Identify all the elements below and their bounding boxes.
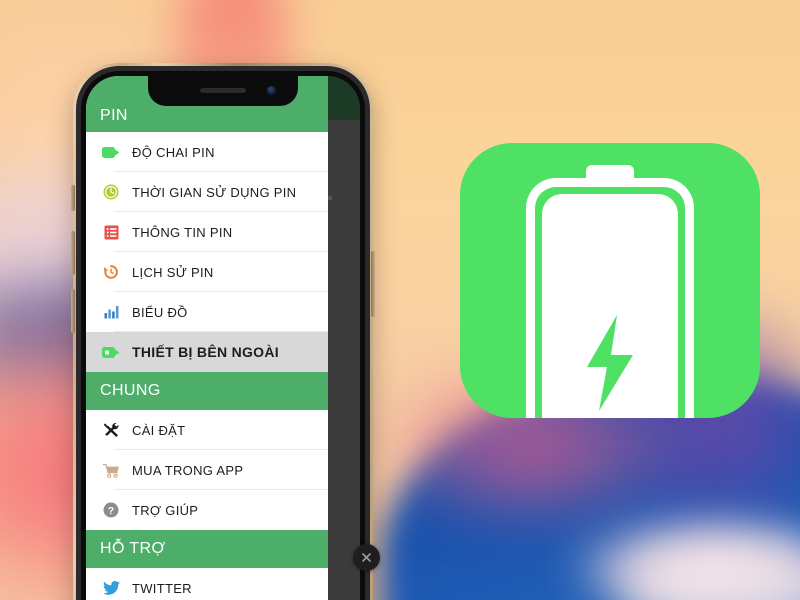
menu-item-label: ĐỘ CHAI PIN	[132, 144, 215, 160]
side-drawer-menu: PIN ĐỘ CHAI PIN THỜI GIAN SỬ DỤNG PIN TH…	[86, 76, 328, 600]
menu-item-tro-giup[interactable]: ? TRỢ GIÚP	[86, 490, 328, 530]
tools-icon	[100, 420, 122, 440]
close-icon	[362, 553, 371, 562]
section-header-chung: CHUNG	[86, 372, 328, 410]
menu-item-label: TWITTER	[132, 580, 192, 596]
battery-icon	[100, 142, 122, 162]
screenshot-stage: PIN ĐỘ CHAI PIN THỜI GIAN SỬ DỤNG PIN TH…	[0, 0, 800, 600]
menu-item-do-chai-pin[interactable]: ĐỘ CHAI PIN	[86, 132, 328, 172]
section-header-ho-tro: HỖ TRỢ	[86, 530, 328, 568]
menu-item-label: THỜI GIAN SỬ DỤNG PIN	[132, 184, 297, 200]
lightning-bolt-icon	[587, 315, 633, 411]
svg-text:?: ?	[108, 505, 114, 517]
battery-charging-app-icon[interactable]	[460, 143, 760, 418]
menu-item-label: TRỢ GIÚP	[132, 502, 199, 518]
menu-item-label: BIỂU ĐỒ	[132, 304, 188, 320]
shopping-cart-icon	[100, 460, 122, 480]
menu-item-twitter[interactable]: TWITTER	[86, 568, 328, 600]
section-header-label: HỖ TRỢ	[100, 540, 166, 557]
volume-down-button[interactable]	[71, 289, 75, 333]
volume-up-button[interactable]	[71, 231, 75, 275]
iphone-x-mockup: PIN ĐỘ CHAI PIN THỜI GIAN SỬ DỤNG PIN TH…	[71, 63, 375, 600]
earpiece-speaker-icon	[200, 88, 246, 93]
menu-item-label: MUA TRONG APP	[132, 462, 244, 478]
front-camera-icon	[267, 86, 276, 95]
phone-screen: PIN ĐỘ CHAI PIN THỜI GIAN SỬ DỤNG PIN TH…	[86, 76, 360, 600]
menu-item-mua-trong-app[interactable]: MUA TRONG APP	[86, 450, 328, 490]
power-button[interactable]	[371, 251, 375, 317]
menu-item-thong-tin-pin[interactable]: THÔNG TIN PIN	[86, 212, 328, 252]
twitter-bird-icon	[100, 578, 122, 598]
menu-item-bieu-do[interactable]: BIỂU ĐỒ	[86, 292, 328, 332]
menu-item-label: THIẾT BỊ BÊN NGOÀI	[132, 344, 279, 360]
menu-item-lich-su-pin[interactable]: LỊCH SỬ PIN	[86, 252, 328, 292]
battery-glyph	[526, 165, 694, 418]
bar-chart-icon	[100, 302, 122, 322]
list-icon	[100, 222, 122, 242]
mute-switch-button[interactable]	[71, 185, 75, 211]
history-icon	[100, 262, 122, 282]
menu-item-label: CÀI ĐẶT	[132, 422, 186, 438]
menu-item-label: LỊCH SỬ PIN	[132, 264, 214, 280]
phone-notch	[148, 76, 298, 106]
close-button[interactable]	[353, 544, 380, 571]
clock-icon	[100, 182, 122, 202]
menu-item-label: THÔNG TIN PIN	[132, 224, 233, 240]
question-mark-icon: ?	[100, 500, 122, 520]
menu-item-thoi-gian-su-dung-pin[interactable]: THỜI GIAN SỬ DỤNG PIN	[86, 172, 328, 212]
section-header-label: PIN	[100, 107, 128, 124]
battery-icon	[100, 342, 122, 362]
menu-item-cai-dat[interactable]: CÀI ĐẶT	[86, 410, 328, 450]
menu-item-thiet-bi-ben-ngoai[interactable]: THIẾT BỊ BÊN NGOÀI	[86, 332, 328, 372]
section-header-label: CHUNG	[100, 382, 161, 399]
